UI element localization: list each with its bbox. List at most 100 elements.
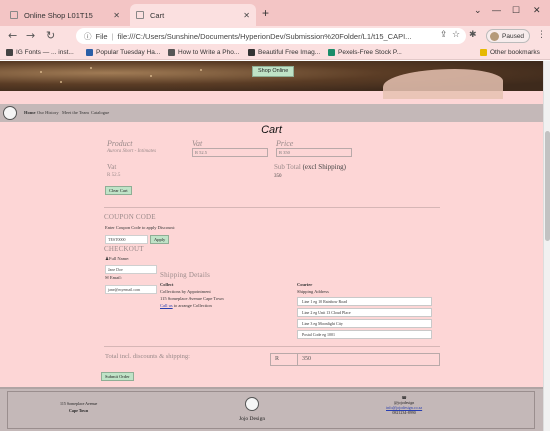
address-label: File xyxy=(95,31,108,41)
collect-line-3: Call us to arrange Collection xyxy=(160,303,212,308)
close-window-icon[interactable]: ✕ xyxy=(533,5,541,16)
tab-online-shop[interactable]: Online Shop L01T15 ✕ xyxy=(4,4,126,26)
reload-icon[interactable]: ↻ xyxy=(46,29,55,42)
shipping-heading: Shipping Details xyxy=(160,271,211,279)
price-label: Price xyxy=(276,139,294,148)
close-tab-icon[interactable]: ✕ xyxy=(113,11,120,20)
courier-line-1: Shipping Address xyxy=(297,289,329,294)
vat-value: R 52.5 xyxy=(107,173,121,178)
browser-tab-strip: Online Shop L01T15 ✕ Cart ✕ + ⌄ — ☐ ✕ xyxy=(0,0,550,26)
clear-cart-button[interactable]: Clear Cart xyxy=(105,186,132,195)
back-icon[interactable]: ← xyxy=(8,29,17,42)
bookmark-item[interactable]: Popular Tuesday Ha... xyxy=(86,49,160,56)
new-tab-icon[interactable]: + xyxy=(262,6,269,20)
divider xyxy=(104,207,440,208)
divider xyxy=(104,346,440,347)
courier-title: Courier xyxy=(297,282,313,287)
vat-field: R 52.5 xyxy=(192,148,268,157)
logo-icon[interactable] xyxy=(3,106,17,120)
footer-brand: Jojo Design xyxy=(238,416,266,422)
bookmark-icon xyxy=(86,49,93,56)
nav-catalogue[interactable]: Catalogue xyxy=(91,110,109,115)
fullname-label: ♟Full Name: xyxy=(105,256,130,261)
scrollbar-thumb[interactable] xyxy=(545,131,550,241)
email-input[interactable]: jane@myemail.com xyxy=(105,285,157,294)
bookmark-item[interactable]: How to Write a Pho... xyxy=(168,49,239,56)
apply-coupon-button[interactable]: Apply xyxy=(150,235,170,244)
price-field: R 350 xyxy=(276,148,352,157)
nav-meet-the-team[interactable]: Meet the Team xyxy=(62,110,89,115)
profile-status: Paused xyxy=(502,32,525,40)
coupon-input[interactable]: TEST0000 xyxy=(105,235,148,244)
email-label: ✉ Email: xyxy=(105,275,122,280)
postal-code-field[interactable]: Postal Code eg 1001 xyxy=(297,330,432,339)
bookmark-star-icon[interactable]: ☆ xyxy=(452,30,460,40)
url-text: file:///C:/Users/Sunshine/Documents/Hype… xyxy=(117,31,412,41)
total-label: Total incl. discounts & shipping: xyxy=(105,353,190,360)
address-bar[interactable]: ⓘ File | file:///C:/Users/Sunshine/Docum… xyxy=(76,28,466,44)
collect-line-2: 115 Someplace Avenue Cape Town xyxy=(160,296,224,301)
menu-icon[interactable]: ⋮ xyxy=(537,30,546,40)
collect-title: Collect xyxy=(160,282,174,287)
product-value: Aurora Short - Intimates xyxy=(107,149,157,154)
site-footer: 115 Someplace Avenue Cape Town Jojo Desi… xyxy=(0,387,543,431)
shop-online-button[interactable]: Shop Online xyxy=(252,66,295,77)
collect-line-1: Collections by Appointment xyxy=(160,289,211,294)
total-value: 350 xyxy=(297,353,440,366)
vat-label: Vat xyxy=(192,139,203,148)
file-icon xyxy=(10,11,18,19)
tab-search-icon[interactable]: ⌄ xyxy=(474,5,482,16)
share-icon[interactable]: ⇪ xyxy=(440,30,448,40)
tab-title: Cart xyxy=(150,10,165,20)
bookmark-item[interactable]: Pexels-Free Stock P... xyxy=(328,49,402,56)
coupon-heading: COUPON CODE xyxy=(104,213,156,221)
close-tab-icon[interactable]: ✕ xyxy=(243,11,250,20)
footer-logo-icon xyxy=(245,397,259,411)
checkout-heading: CHECKOUT xyxy=(104,245,144,253)
fullname-input[interactable]: Jane Doe xyxy=(105,265,157,274)
address-line-3-field[interactable]: Line 3 eg Moonlight City xyxy=(297,319,432,328)
tab-cart[interactable]: Cart ✕ xyxy=(130,4,256,26)
extensions-icon[interactable]: ✱ xyxy=(469,30,477,40)
footer-address: 115 Someplace Avenue Cape Town xyxy=(60,401,97,413)
bookmark-icon xyxy=(168,49,175,56)
bookmarks-bar: IG Fonts — ... inst... Popular Tuesday H… xyxy=(0,46,550,60)
subtotal-value: 350 xyxy=(274,174,282,179)
vertical-scrollbar[interactable] xyxy=(543,61,550,431)
folder-icon xyxy=(480,49,487,56)
info-icon[interactable]: ⓘ xyxy=(84,31,92,42)
footer-address-line-2: Cape Town xyxy=(69,408,89,413)
address-line-1-field[interactable]: Line 1 eg 10 Rainbow Road xyxy=(297,297,432,306)
browser-toolbar: ← → ↻ ⓘ File | file:///C:/Users/Sunshine… xyxy=(0,26,550,46)
hero-image xyxy=(383,69,503,99)
footer-address-line-1: 115 Someplace Avenue xyxy=(60,401,98,406)
other-bookmarks[interactable]: Other bookmarks xyxy=(480,49,540,56)
bookmark-icon xyxy=(248,49,255,56)
address-line-2-field[interactable]: Line 2 eg Unit 13 Cloud Place xyxy=(297,308,432,317)
profile-button[interactable]: Paused xyxy=(486,29,530,43)
total-currency: R xyxy=(270,353,298,366)
minimize-icon[interactable]: — xyxy=(492,5,501,15)
hero-banner: Shop Online xyxy=(0,61,543,99)
footer-contact: ☎ @jojodesign info@jojodesign.co.za 0821… xyxy=(386,395,422,415)
bookmark-item[interactable]: Beautiful Free Imag... xyxy=(248,49,320,56)
page-title: Cart xyxy=(261,124,282,136)
submit-order-button[interactable]: Submit Order xyxy=(101,372,134,381)
nav-our-history[interactable]: Our History xyxy=(37,110,59,115)
bookmark-icon xyxy=(328,49,335,56)
file-icon xyxy=(136,11,144,19)
mail-icon: ✉ xyxy=(105,275,109,280)
avatar xyxy=(490,31,499,41)
coupon-prompt: Enter Coupon Code to apply Discount: xyxy=(105,225,176,230)
page-viewport: Shop Online Home Our History Meet the Te… xyxy=(0,61,543,431)
nav-home[interactable]: Home xyxy=(24,110,36,115)
footer-phone: 0821234-8990 xyxy=(392,410,416,415)
product-label: Product xyxy=(107,139,133,148)
call-us-link[interactable]: Call us xyxy=(160,303,173,308)
forward-icon[interactable]: → xyxy=(26,29,35,42)
bookmark-item[interactable]: IG Fonts — ... inst... xyxy=(6,49,74,56)
site-nav: Home Our History Meet the Team Catalogue xyxy=(0,104,543,122)
tab-title: Online Shop L01T15 xyxy=(24,10,93,20)
maximize-icon[interactable]: ☐ xyxy=(512,5,520,16)
vat-label-2: Vat xyxy=(107,163,117,171)
